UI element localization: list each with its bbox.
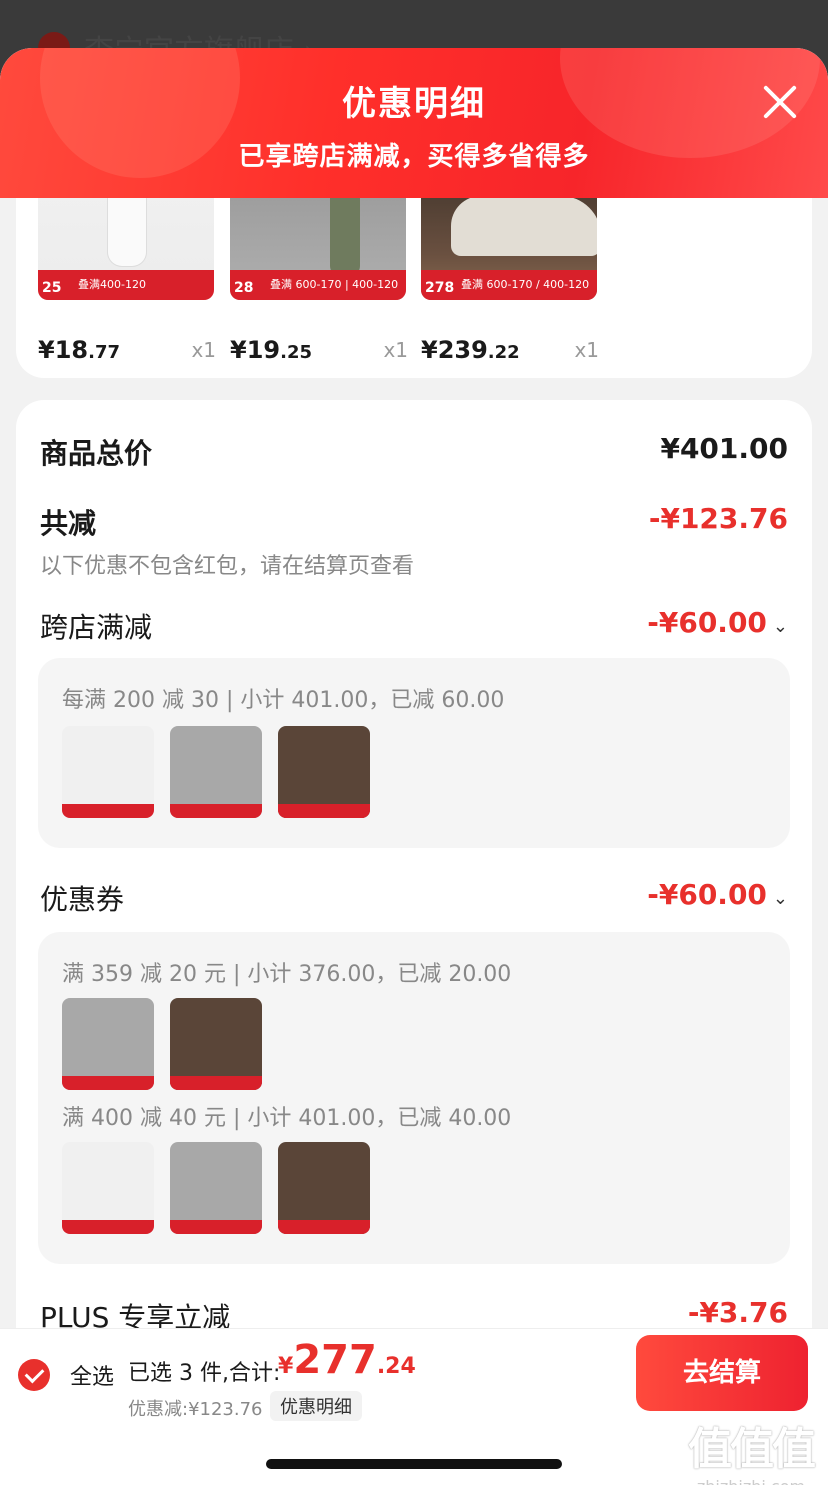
close-icon[interactable] — [756, 78, 804, 126]
mini-thumbnail — [170, 998, 262, 1090]
mini-thumbnail — [62, 998, 154, 1090]
cross-store-detail: 每满 200 减 30 | 小计 401.00，已减 60.00 — [38, 658, 790, 848]
promo-band-number: 25 — [42, 280, 62, 296]
discount-detail-sheet: 叠满400-120 25 ¥18.77 x1 叠满 600-170 | 400-… — [0, 48, 828, 1485]
promo-band-number: 278 — [425, 280, 455, 296]
product-item[interactable]: 叠满400-120 25 ¥18.77 x1 — [38, 186, 216, 364]
mini-thumbnail — [170, 1142, 262, 1234]
chevron-down-icon: ⌄ — [772, 888, 788, 909]
total-price-label: 商品总价 — [40, 437, 153, 470]
select-all-checkbox[interactable] — [18, 1359, 50, 1391]
cross-store-toggle[interactable]: -¥60.00 ⌄ — [647, 606, 788, 639]
total-price-value: ¥401.00 — [660, 432, 788, 465]
product-price: ¥18.77 — [38, 336, 120, 364]
home-indicator — [266, 1459, 562, 1469]
select-all-label[interactable]: 全选 — [70, 1359, 114, 1391]
summary-card: 商品总价 ¥401.00 共减 -¥123.76 以下优惠不包含红包，请在结算页… — [16, 400, 812, 1485]
plus-value: -¥3.76 — [687, 1296, 788, 1329]
coupon-rule-1: 满 359 减 20 元 | 小计 376.00，已减 20.00 — [62, 962, 512, 987]
product-qty: x1 — [191, 338, 216, 362]
product-qty: x1 — [383, 338, 408, 362]
discount-summary: 优惠减:¥123.76 — [128, 1399, 263, 1420]
promo-band: 叠满400-120 — [38, 270, 214, 300]
total-reduce-label: 共减 — [40, 507, 97, 540]
product-item[interactable]: 叠满 600-170 | 400-120 28 ¥19.25 x1 — [230, 186, 408, 364]
product-price: ¥239.22 — [421, 336, 520, 364]
sheet-header: 优惠明细 已享跨店满减，买得多省得多 — [0, 48, 828, 198]
promo-band-number: 28 — [234, 280, 254, 296]
reduce-note: 以下优惠不包含红包，请在结算页查看 — [40, 554, 415, 579]
total-amount: ¥277.24 — [278, 1337, 416, 1383]
product-thumbnail: 叠满400-120 25 — [38, 186, 214, 300]
checkout-button[interactable]: 去结算 — [636, 1335, 808, 1411]
cross-store-rule: 每满 200 减 30 | 小计 401.00，已减 60.00 — [62, 688, 505, 713]
product-qty: x1 — [574, 338, 599, 362]
product-price: ¥19.25 — [230, 336, 312, 364]
discount-detail-button[interactable]: 优惠明细 — [270, 1391, 362, 1421]
product-item[interactable]: 叠满 600-170 / 400-120 278 ¥239.22 x1 — [421, 186, 599, 364]
coupon-value: -¥60.00 — [647, 878, 767, 911]
mini-thumbnail — [62, 726, 154, 818]
coupon-toggle[interactable]: -¥60.00 ⌄ — [647, 878, 788, 911]
mini-thumbnail — [278, 726, 370, 818]
watermark-logo: 值值值 — [688, 1424, 816, 1475]
cross-store-value: -¥60.00 — [647, 606, 767, 639]
chevron-down-icon: ⌄ — [772, 616, 788, 637]
product-thumbnail: 叠满 600-170 / 400-120 278 — [421, 186, 597, 300]
coupon-label: 优惠券 — [40, 883, 125, 916]
mini-thumbnail — [62, 1142, 154, 1234]
sheet-title: 优惠明细 — [342, 84, 486, 124]
sheet-subtitle: 已享跨店满减，买得多省得多 — [238, 142, 590, 172]
product-thumbnail: 叠满 600-170 | 400-120 28 — [230, 186, 406, 300]
mini-thumbnail — [278, 1142, 370, 1234]
mini-thumbnail — [170, 726, 262, 818]
promo-band: 叠满 600-170 | 400-120 — [230, 270, 406, 300]
total-reduce-value: -¥123.76 — [648, 502, 788, 535]
coupon-rule-2: 满 400 减 40 元 | 小计 401.00，已减 40.00 — [62, 1106, 512, 1131]
watermark: 值值值 zhizhizhi.com — [676, 1413, 826, 1485]
coupon-detail: 满 359 减 20 元 | 小计 376.00，已减 20.00 满 400 … — [38, 932, 790, 1264]
selected-count: 已选 3 件,合计: — [128, 1361, 281, 1386]
checkout-bar: 全选 已选 3 件,合计: ¥277.24 优惠减:¥123.76 优惠明细 去… — [0, 1328, 828, 1485]
watermark-text: zhizhizhi.com — [676, 1477, 826, 1485]
cross-store-label: 跨店满减 — [40, 611, 153, 644]
